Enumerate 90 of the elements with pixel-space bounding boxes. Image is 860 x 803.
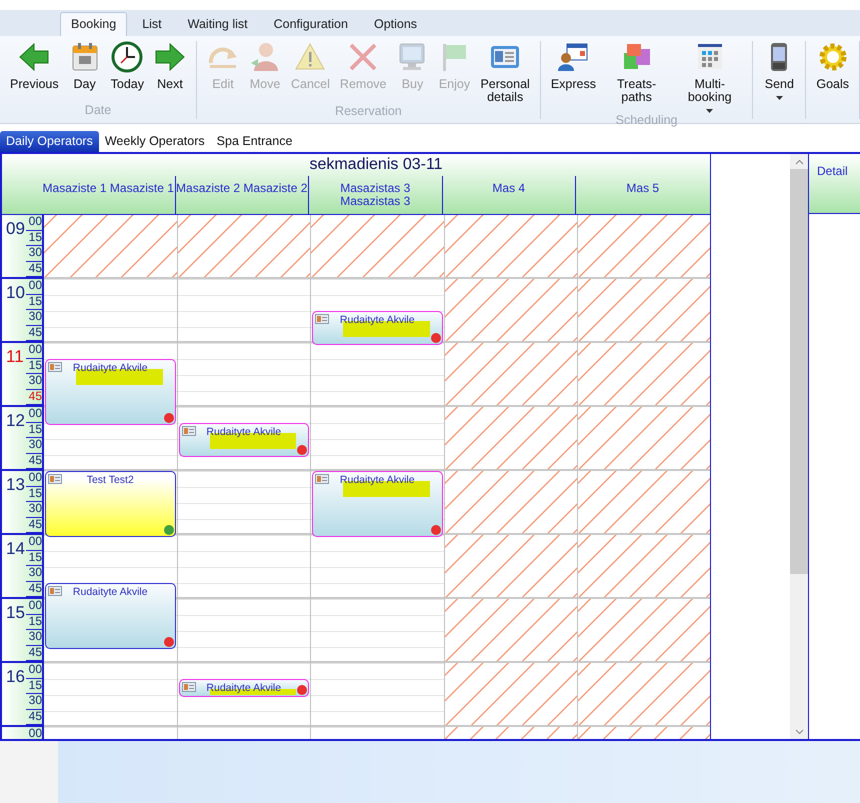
right-arrow-icon bbox=[154, 41, 186, 73]
toolbar-button[interactable]: Personal details bbox=[476, 41, 534, 104]
toolbar-button[interactable]: Multi-booking bbox=[673, 41, 746, 113]
client-name: Test Test2 bbox=[86, 474, 135, 486]
gear-icon bbox=[816, 41, 849, 73]
hour-label: 16 bbox=[5, 666, 25, 688]
up-caret-icon bbox=[794, 158, 804, 164]
group-label: Date bbox=[84, 103, 112, 119]
minute-label: 15 bbox=[26, 422, 42, 438]
ribbon-tab[interactable]: Waiting list bbox=[176, 12, 259, 36]
toolbar-button[interactable]: Day bbox=[64, 41, 105, 103]
minute-label: 00 bbox=[26, 407, 42, 422]
minute-label: 00 bbox=[26, 279, 42, 294]
minute-label: 00 bbox=[26, 215, 42, 230]
minute-label: 30 bbox=[26, 246, 42, 262]
minute-label: 45 bbox=[26, 582, 42, 597]
group-label: Scheduling bbox=[614, 113, 678, 127]
hour-label: 15 bbox=[5, 602, 25, 624]
toolbar-button[interactable]: Today bbox=[106, 41, 148, 103]
hour-label: 13 bbox=[5, 474, 25, 496]
person-calendar-icon bbox=[557, 41, 590, 73]
toolbar-button[interactable]: Previous bbox=[6, 41, 63, 103]
minute-label: 30 bbox=[26, 694, 42, 710]
view-tab[interactable]: Daily Operators bbox=[0, 131, 99, 152]
x-icon bbox=[347, 41, 380, 73]
view-tab[interactable]: Spa Entrance bbox=[210, 131, 298, 152]
minute-label: 15 bbox=[26, 614, 42, 630]
toolbar-button[interactable]: Next bbox=[150, 41, 190, 103]
minute-label: 15 bbox=[26, 678, 42, 694]
left-arrow-icon bbox=[18, 41, 50, 73]
contact-card-icon bbox=[315, 474, 329, 484]
ribbon-tab[interactable]: Options bbox=[362, 12, 428, 36]
minute-label: 45 bbox=[26, 326, 42, 341]
client-name: Rudaityte Akvile bbox=[72, 586, 149, 598]
ribbon-tab[interactable]: Configuration bbox=[262, 12, 359, 36]
minute-label: 30 bbox=[26, 502, 42, 518]
ribbon-tab[interactable]: Booking bbox=[60, 12, 128, 36]
minute-label: 45 bbox=[26, 646, 42, 661]
hour-label: 10 bbox=[5, 282, 25, 304]
minute-label: 00 bbox=[26, 343, 42, 358]
minute-label: 00 bbox=[26, 535, 42, 550]
minute-label: 30 bbox=[26, 374, 42, 390]
operator-column-header: Masazistas 3 Masazistas 3 bbox=[339, 182, 412, 208]
minute-label: 15 bbox=[26, 230, 42, 246]
toolbar-button[interactable]: Treats-paths bbox=[602, 41, 672, 113]
contact-card-icon bbox=[48, 474, 62, 484]
contact-card-icon bbox=[315, 314, 329, 324]
scrollbar[interactable] bbox=[790, 154, 808, 739]
minute-label: 45 bbox=[26, 262, 42, 277]
person-icon bbox=[249, 41, 281, 73]
contact-card-icon bbox=[48, 586, 62, 596]
minute-label: 30 bbox=[26, 310, 42, 326]
toolbar-button[interactable]: Send bbox=[759, 41, 800, 103]
minute-label: 45 bbox=[26, 390, 42, 405]
panel-title: Detail bbox=[817, 164, 848, 178]
hour-label: 12 bbox=[5, 410, 25, 432]
contact-card-icon bbox=[182, 682, 196, 692]
group-label: Reservation bbox=[334, 104, 403, 119]
minute-label: 30 bbox=[26, 438, 42, 454]
operator-column-header: Masaziste 1 Masaziste 1 bbox=[42, 182, 174, 195]
minute-label: 45 bbox=[26, 518, 42, 533]
ribbon-tab[interactable]: List bbox=[131, 12, 173, 36]
panel-background bbox=[0, 741, 58, 803]
hour-label: 11 bbox=[5, 346, 24, 368]
minute-label: 15 bbox=[26, 486, 42, 502]
minute-label: 15 bbox=[26, 550, 42, 566]
hour-label: 14 bbox=[5, 538, 25, 560]
hour-label: 09 bbox=[5, 218, 25, 240]
toolbar-button[interactable]: Goals bbox=[812, 41, 853, 103]
minute-label: 00 bbox=[26, 663, 42, 678]
contact-card-icon bbox=[182, 426, 196, 436]
appointment[interactable]: Test Test2 bbox=[45, 471, 176, 537]
minute-label: 45 bbox=[26, 454, 42, 469]
clock-icon bbox=[111, 41, 144, 73]
date-title: sekmadienis 03-11 bbox=[309, 156, 443, 173]
toolbar-button[interactable]: Express bbox=[546, 41, 600, 113]
minute-label: 15 bbox=[26, 358, 42, 374]
minute-label: 30 bbox=[26, 630, 42, 646]
minute-label: 00 bbox=[26, 599, 42, 614]
operator-column-header: Masaziste 2 Masaziste 2 bbox=[176, 182, 308, 195]
operator-column-header: Mas 5 bbox=[626, 182, 660, 195]
operator-column-header: Mas 4 bbox=[492, 182, 526, 195]
view-tab[interactable]: Weekly Operators bbox=[98, 131, 211, 152]
minute-label: 45 bbox=[26, 710, 42, 725]
down-caret-icon bbox=[794, 728, 804, 734]
minute-label: 15 bbox=[26, 294, 42, 310]
minute-label: 30 bbox=[26, 566, 42, 582]
contact-card-icon bbox=[48, 362, 62, 372]
appointment[interactable]: Rudaityte Akvile bbox=[45, 583, 176, 649]
minute-label: 00 bbox=[26, 471, 42, 486]
